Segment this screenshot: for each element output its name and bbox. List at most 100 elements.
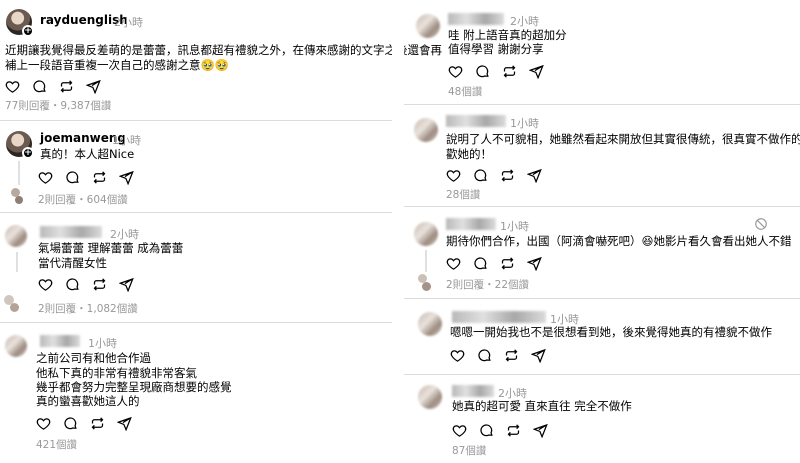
post-text-line: 氣場蕾蕾 理解蕾蕾 成為蕾蕾 xyxy=(38,241,184,255)
post-text-line: 當代清醒女性 xyxy=(38,256,107,270)
divider xyxy=(0,322,392,323)
action-bar xyxy=(450,346,558,364)
post-text-line: 她真的超可愛 直來直往 完全不做作 xyxy=(452,399,632,413)
heart-icon[interactable] xyxy=(38,168,65,186)
repost-icon[interactable] xyxy=(506,421,533,439)
repost-icon[interactable] xyxy=(90,414,117,432)
username-redacted[interactable] xyxy=(452,311,546,323)
post-stats[interactable]: 2則回覆・1,082個讚 xyxy=(38,301,138,316)
post-text-line: 之前公司有和他合作過 xyxy=(36,351,151,365)
avatar[interactable] xyxy=(5,335,27,357)
heart-icon[interactable] xyxy=(446,254,473,272)
post-text-line: 幾乎都會努力完整呈現廠商想要的感覺 xyxy=(36,380,232,394)
share-icon[interactable] xyxy=(531,346,558,364)
timestamp[interactable]: 1小時 xyxy=(88,335,117,351)
post-text-line: 期待你們合作，出國（阿滴會嚇死吧）😆她影片看久會看出她人不錯 xyxy=(446,234,792,248)
timestamp[interactable]: 1小時 xyxy=(500,218,529,234)
timestamp[interactable]: 2小時 xyxy=(510,13,539,29)
username-redacted[interactable] xyxy=(40,226,102,238)
comment-icon[interactable] xyxy=(473,254,500,272)
avatar[interactable] xyxy=(414,222,438,246)
comment-icon[interactable] xyxy=(479,421,506,439)
post-text-line: 真的！本人超Nice xyxy=(40,147,135,161)
comment-icon[interactable] xyxy=(32,77,59,95)
divider xyxy=(404,104,800,105)
post-stats[interactable]: 2則回覆・604個讚 xyxy=(38,192,128,207)
divider xyxy=(404,206,800,207)
share-icon[interactable] xyxy=(527,166,554,184)
repost-icon[interactable] xyxy=(59,77,86,95)
timestamp[interactable]: 2小時 xyxy=(114,14,143,30)
mute-icon[interactable] xyxy=(754,217,768,231)
post-text-line: 他私下真的非常有禮貌非常客氣 xyxy=(36,366,197,380)
comment-icon[interactable] xyxy=(473,166,500,184)
action-bar xyxy=(446,166,554,184)
divider xyxy=(404,298,800,299)
post-text-line: 說明了人不可貌相，她雖然看起來開放但其實很傳統，很真實不做作的人超喜 xyxy=(446,132,800,146)
post-text-line: 歡她的！ xyxy=(446,147,492,161)
username-redacted[interactable] xyxy=(446,115,506,127)
post-stats[interactable]: 2則回覆・22個讚 xyxy=(446,277,529,292)
divider xyxy=(0,212,392,213)
comment-icon[interactable] xyxy=(477,346,504,364)
heart-icon[interactable] xyxy=(450,346,477,364)
avatar[interactable] xyxy=(416,14,440,38)
share-icon[interactable] xyxy=(119,275,146,293)
post-text-line: 真的蠻喜歡她這人的 xyxy=(36,394,140,408)
thread-line xyxy=(18,161,20,185)
action-bar xyxy=(452,421,560,439)
divider xyxy=(0,120,392,121)
action-bar xyxy=(5,77,113,95)
heart-icon[interactable] xyxy=(446,166,473,184)
left-thread-column: + rayduenglish 2小時 近期讓我覺得最反差萌的是蕾蕾，訊息都超有禮… xyxy=(0,0,442,463)
follow-plus-icon[interactable]: + xyxy=(22,147,34,159)
column-gutter xyxy=(392,0,404,463)
repost-icon[interactable] xyxy=(92,275,119,293)
replier-avatars xyxy=(418,274,432,296)
heart-icon[interactable] xyxy=(36,414,63,432)
repost-icon[interactable] xyxy=(500,166,527,184)
comment-icon[interactable] xyxy=(63,414,90,432)
post-text-line: 補上一段語音重複一次自己的感謝之意🥹🥹 xyxy=(5,58,230,72)
share-icon[interactable] xyxy=(86,77,113,95)
share-icon[interactable] xyxy=(117,414,144,432)
action-bar xyxy=(448,62,556,80)
action-bar xyxy=(446,254,554,272)
avatar[interactable] xyxy=(414,118,438,142)
post-stats[interactable]: 421個讚 xyxy=(36,437,77,452)
timestamp[interactable]: 2小時 xyxy=(110,226,139,242)
heart-icon[interactable] xyxy=(38,275,65,293)
share-icon[interactable] xyxy=(527,254,554,272)
post-text-line: 哇 附上語音真的超加分 xyxy=(448,28,567,42)
avatar[interactable] xyxy=(418,312,442,336)
post-stats[interactable]: 87個讚 xyxy=(452,443,486,458)
repost-icon[interactable] xyxy=(92,168,119,186)
repost-icon[interactable] xyxy=(502,62,529,80)
thread-line xyxy=(425,250,427,272)
post-text-line: 值得學習 謝謝分享 xyxy=(448,42,544,56)
comment-icon[interactable] xyxy=(65,275,92,293)
replier-avatars xyxy=(11,188,25,210)
heart-icon[interactable] xyxy=(5,77,32,95)
heart-icon[interactable] xyxy=(448,62,475,80)
share-icon[interactable] xyxy=(533,421,560,439)
follow-plus-icon[interactable]: + xyxy=(22,25,34,37)
avatar[interactable] xyxy=(418,385,442,409)
username-redacted[interactable] xyxy=(452,385,494,397)
post-stats[interactable]: 48個讚 xyxy=(448,84,482,99)
comment-icon[interactable] xyxy=(475,62,502,80)
post-stats[interactable]: 77則回覆・9,387個讚 xyxy=(5,98,111,113)
timestamp[interactable]: 1小時 xyxy=(112,132,141,148)
repost-icon[interactable] xyxy=(504,346,531,364)
username-redacted[interactable] xyxy=(448,13,504,25)
timestamp[interactable]: 1小時 xyxy=(510,115,539,131)
avatar[interactable] xyxy=(5,225,27,247)
post-stats[interactable]: 28個讚 xyxy=(446,187,480,202)
share-icon[interactable] xyxy=(529,62,556,80)
heart-icon[interactable] xyxy=(452,421,479,439)
repost-icon[interactable] xyxy=(500,254,527,272)
username-redacted[interactable] xyxy=(40,335,80,347)
share-icon[interactable] xyxy=(119,168,146,186)
comment-icon[interactable] xyxy=(65,168,92,186)
username-redacted[interactable] xyxy=(446,218,496,230)
